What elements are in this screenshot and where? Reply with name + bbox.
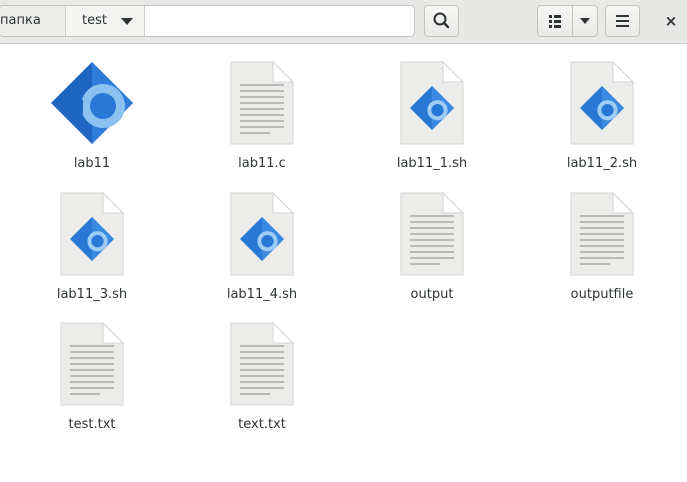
hamburger-menu-icon [616,15,629,27]
file-item[interactable]: test.txt [17,305,167,432]
close-button[interactable]: × [655,5,687,37]
file-item[interactable]: lab11 [17,44,167,171]
file-item[interactable]: lab11.c [187,44,337,171]
file-name: lab11_3.sh [56,287,128,302]
file-item[interactable]: output [357,175,507,302]
breadcrumb-current-label: test [82,13,107,28]
script-icon [229,191,295,277]
file-name: lab11 [73,156,111,171]
file-item[interactable]: outputfile [527,175,677,302]
text-document-icon [229,321,295,407]
file-name: test.txt [68,417,116,432]
search-icon [433,12,450,29]
breadcrumb-parent[interactable]: Домашняя папка [0,6,66,36]
text-document-icon [569,191,635,277]
header-bar: Домашняя папка test [0,0,687,44]
chevron-down-icon [580,18,590,24]
script-icon [59,191,125,277]
menu-button[interactable] [605,5,640,37]
view-switcher [537,5,598,37]
file-grid: lab11 lab11.c lab11_1.sh lab11_2.sh lab1… [0,44,687,482]
list-view-icon [549,15,561,28]
search-button[interactable] [424,5,459,37]
file-name: lab11_4.sh [226,287,298,302]
file-item[interactable]: lab11_4.sh [187,175,337,302]
text-document-icon [399,191,465,277]
chevron-down-icon [121,18,133,25]
list-view-button[interactable] [537,5,573,37]
executable-icon [51,60,133,146]
breadcrumb-current[interactable]: test [66,6,145,36]
script-icon [399,60,465,146]
script-icon [569,60,635,146]
file-name: output [410,287,454,302]
file-name: lab11_1.sh [396,156,468,171]
path-bar: Домашняя папка test [0,5,415,37]
file-name: lab11_2.sh [566,156,638,171]
text-document-icon [59,321,125,407]
file-name: text.txt [238,417,286,432]
breadcrumb-parent-label: Домашняя папка [0,13,41,28]
text-document-icon [229,60,295,146]
file-name: lab11.c [238,156,286,171]
close-icon: × [664,12,678,30]
file-item[interactable]: text.txt [187,305,337,432]
file-item[interactable]: lab11_1.sh [357,44,507,171]
file-name: outputfile [570,287,634,302]
view-options-button[interactable] [572,5,598,37]
file-item[interactable]: lab11_2.sh [527,44,677,171]
file-item[interactable]: lab11_3.sh [17,175,167,302]
